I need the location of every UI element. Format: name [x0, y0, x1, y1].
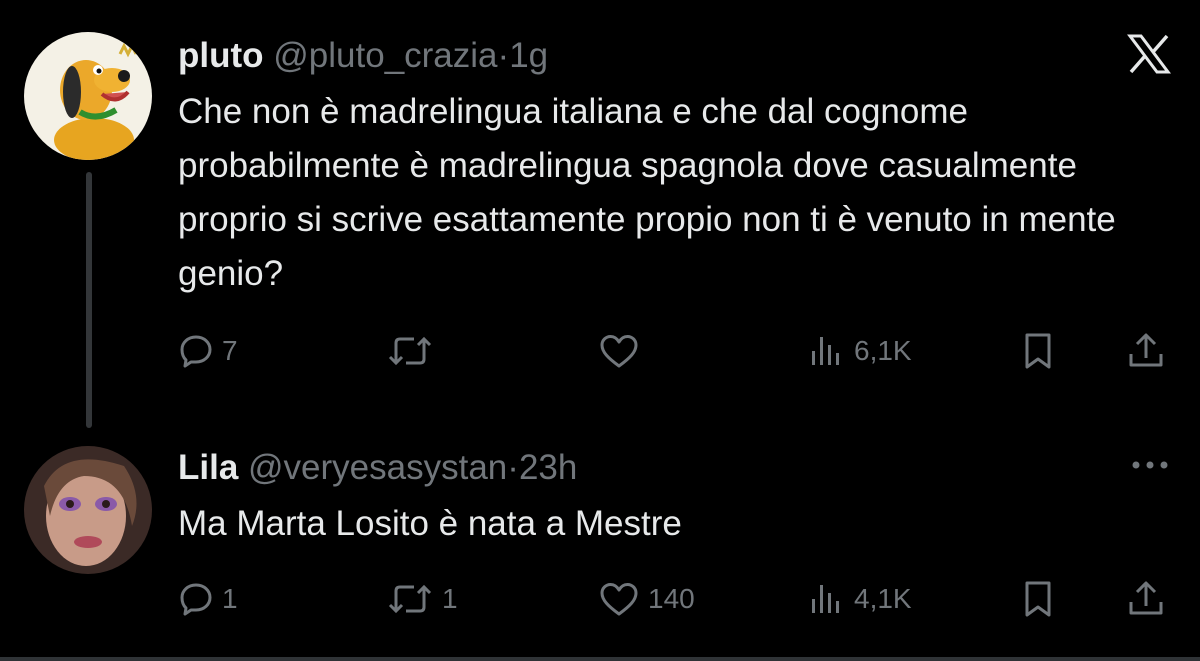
tweet-time[interactable]: 1g [509, 36, 548, 75]
share-icon [1129, 333, 1163, 367]
views-button[interactable]: 4,1K [806, 579, 912, 619]
tweet-2[interactable]: Lila @veryesasystan·23h Ma Marta Losito … [0, 440, 1200, 661]
author-name[interactable]: pluto [178, 36, 264, 75]
reply-button[interactable]: 7 [178, 331, 238, 371]
like-count: 140 [648, 583, 695, 614]
views-icon [812, 337, 839, 365]
bookmark-button[interactable] [1020, 331, 1056, 371]
retweet-icon [388, 336, 432, 366]
tweet-actions: 1 1 140 4,1K [0, 579, 1200, 619]
bookmark-icon [1025, 333, 1051, 369]
avatar[interactable] [24, 446, 152, 574]
views-icon [812, 585, 839, 613]
heart-icon [600, 583, 638, 616]
author-name[interactable]: Lila [178, 448, 238, 487]
divider [0, 657, 1200, 661]
tweet-text: Ma Marta Losito è nata a Mestre [178, 504, 682, 543]
like-button[interactable]: 140 [598, 579, 695, 619]
author-handle[interactable]: @pluto_crazia [273, 36, 497, 75]
tweet-header: Lila @veryesasystan·23h [178, 446, 577, 490]
reply-count: 1 [222, 583, 238, 614]
retweet-icon [388, 584, 432, 614]
thread-line [86, 172, 92, 428]
views-count: 6,1K [854, 335, 912, 366]
bookmark-button[interactable] [1020, 579, 1056, 619]
author-handle[interactable]: @veryesasystan [248, 448, 507, 487]
pluto-avatar-icon [24, 32, 152, 160]
tweet-1[interactable]: pluto @pluto_crazia·1g Che non è madreli… [0, 0, 1200, 440]
retweet-count: 1 [442, 583, 458, 614]
tweet-time[interactable]: 23h [519, 448, 577, 487]
user-photo-avatar-icon [24, 446, 152, 574]
reply-count: 7 [222, 335, 238, 366]
reply-icon [180, 335, 212, 368]
avatar[interactable] [24, 32, 152, 160]
share-icon [1129, 581, 1163, 615]
separator-dot: · [497, 36, 510, 75]
heart-icon [600, 335, 638, 368]
retweet-button[interactable] [386, 331, 434, 371]
tweet-actions: 7 6,1K [0, 331, 1200, 371]
retweet-button[interactable]: 1 [386, 579, 458, 619]
separator-dot: · [507, 448, 519, 487]
like-button[interactable] [598, 331, 640, 371]
reply-button[interactable]: 1 [178, 579, 238, 619]
more-options-icon[interactable] [1130, 458, 1170, 477]
tweet-header: pluto @pluto_crazia·1g [178, 34, 548, 78]
x-logo-icon [1127, 34, 1171, 79]
share-button[interactable] [1126, 579, 1166, 619]
views-count: 4,1K [854, 583, 912, 614]
views-button[interactable]: 6,1K [806, 331, 912, 371]
bookmark-icon [1025, 581, 1051, 617]
reply-icon [180, 583, 212, 616]
tweet-text: Che non è madrelingua italiana e che dal… [178, 92, 1116, 293]
share-button[interactable] [1126, 331, 1166, 371]
